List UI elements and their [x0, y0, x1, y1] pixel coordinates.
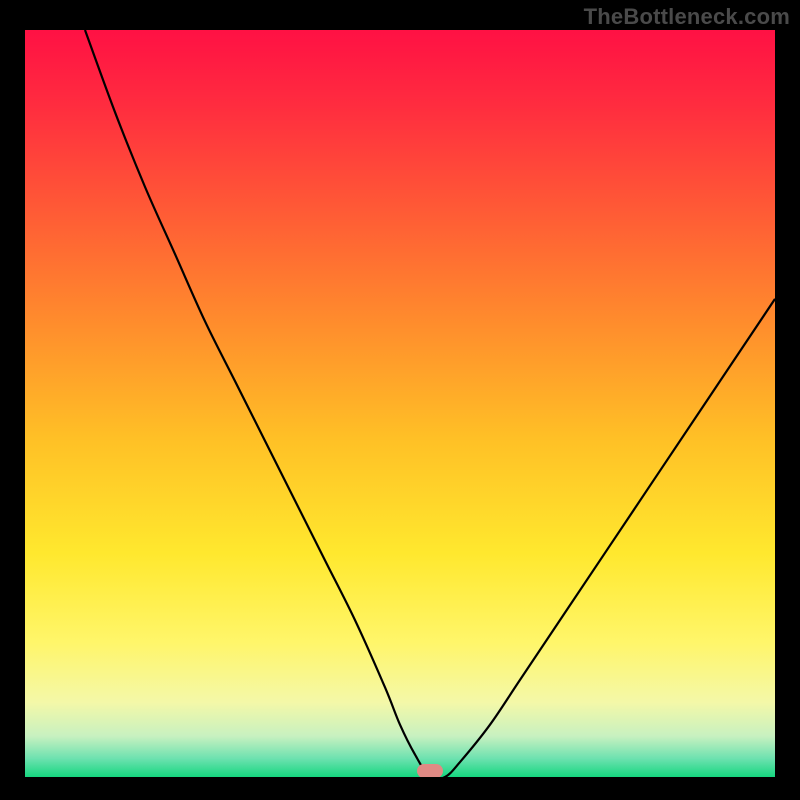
- bottleneck-chart: [25, 30, 775, 777]
- watermark-text: TheBottleneck.com: [584, 4, 790, 30]
- optimal-marker: [417, 764, 443, 777]
- chart-frame: TheBottleneck.com: [0, 0, 800, 800]
- gradient-background: [25, 30, 775, 777]
- chart-plot-area: [25, 30, 775, 777]
